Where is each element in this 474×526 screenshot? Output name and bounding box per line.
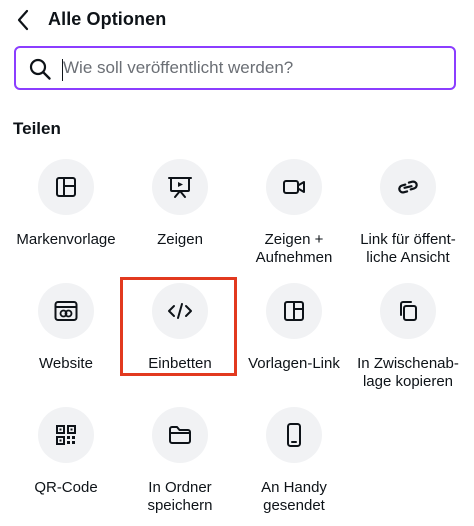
template-link-icon (284, 301, 304, 321)
option-label: Vorlagen-Link (248, 355, 340, 372)
folder-icon (169, 426, 191, 444)
section-title: Teilen (13, 119, 61, 138)
search-input[interactable] (60, 54, 443, 82)
brand-template-icon (56, 177, 76, 197)
video-camera-icon (283, 180, 305, 194)
option-label: An Handy gesendet (261, 479, 327, 514)
option-icon-circle (38, 407, 94, 463)
share-options-panel: Alle Optionen Teilen Markenvorlage (0, 0, 474, 526)
option-brand-template[interactable]: Markenvorlage (9, 159, 123, 249)
option-present-record[interactable]: Zeigen + Aufnehmen (237, 159, 351, 267)
highlight-box (120, 277, 237, 376)
website-icon (54, 301, 78, 321)
option-label: Markenvorlage (16, 231, 116, 248)
option-send-phone[interactable]: An Handy gesendet (237, 407, 351, 515)
option-label: Link für öffent- liche Ansicht (360, 231, 456, 266)
search-box[interactable] (14, 46, 456, 90)
option-present[interactable]: Zeigen (123, 159, 237, 249)
option-icon-circle (38, 283, 94, 339)
option-icon-circle (266, 407, 322, 463)
phone-icon (287, 423, 301, 447)
option-label: Website (39, 355, 93, 372)
option-save-folder[interactable]: In Ordner speichern (123, 407, 237, 515)
option-qr-code[interactable]: QR-Code (9, 407, 123, 497)
option-icon-circle (380, 283, 436, 339)
option-icon-circle (152, 159, 208, 215)
option-icon-circle (266, 283, 322, 339)
search-icon (29, 58, 51, 80)
option-label: In Ordner speichern (147, 479, 213, 514)
option-label: Zeigen (157, 231, 203, 248)
present-icon (168, 177, 192, 198)
option-template-link[interactable]: Vorlagen-Link (237, 283, 351, 373)
option-icon-circle (152, 407, 208, 463)
option-label: Zeigen + Aufnehmen (255, 231, 333, 266)
option-public-link[interactable]: Link für öffent- liche Ansicht (351, 159, 465, 267)
page-title: Alle Optionen (48, 9, 167, 29)
text-caret (62, 59, 63, 81)
link-icon (398, 180, 418, 194)
header: Alle Optionen (0, 0, 474, 40)
option-label: In Zwischenab- lage kopieren (357, 355, 459, 390)
qr-code-icon (56, 425, 76, 445)
option-website[interactable]: Website (9, 283, 123, 373)
chevron-left-icon (17, 9, 29, 31)
option-icon-circle (38, 159, 94, 215)
option-copy-clipboard[interactable]: In Zwischenab- lage kopieren (351, 283, 465, 391)
back-button[interactable] (10, 6, 36, 34)
option-label: QR-Code (34, 479, 98, 496)
option-icon-circle (266, 159, 322, 215)
option-icon-circle (380, 159, 436, 215)
copy-icon (400, 301, 417, 321)
